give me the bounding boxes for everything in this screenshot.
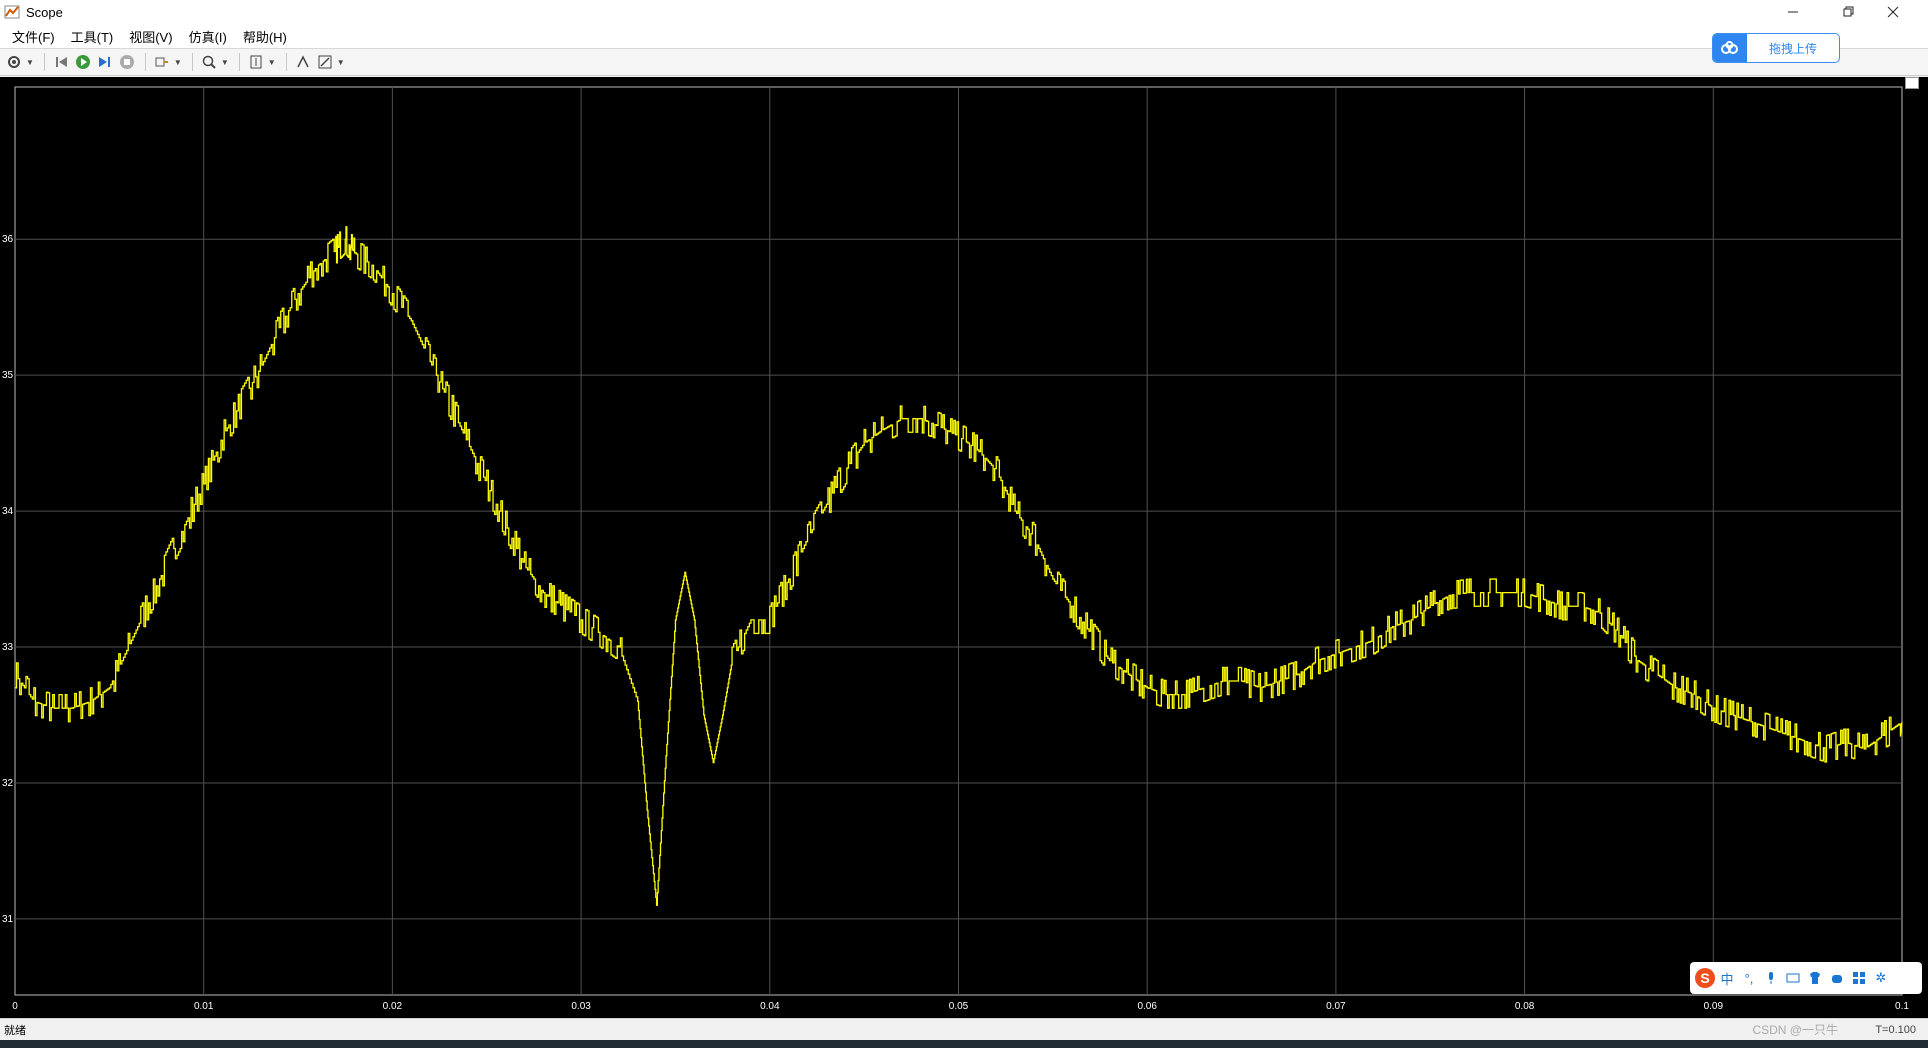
y-tick-label: 35 (2, 370, 14, 381)
edit-icon (318, 55, 332, 69)
settings-dropdown-icon[interactable]: ▼ (26, 58, 34, 67)
simulation-time-text: T=0.100 (1875, 1023, 1916, 1036)
toolbar-divider (191, 53, 193, 71)
assistant-icon[interactable] (1826, 967, 1848, 989)
menu-tools[interactable]: 工具(T) (63, 27, 122, 46)
toolbar-divider (285, 53, 287, 71)
highlight-icon (155, 57, 168, 67)
close-button[interactable] (1870, 0, 1916, 24)
matlab-scope-icon (4, 5, 20, 19)
autoscale-icon (250, 55, 262, 69)
scope-plot[interactable]: 0 0.01 0.02 0.03 0.04 0.05 0.06 0.07 0.08 0.09 0.1… (0, 77, 1928, 1018)
drag-upload-button[interactable]: 拖拽上传 (1712, 33, 1840, 63)
x-tick-label: 0.06 (1137, 1001, 1157, 1012)
ime-punctuation-icon[interactable]: °, (1738, 967, 1760, 989)
watermark-text: CSDN @一只牛 (1752, 1023, 1838, 1037)
run-icon (75, 55, 90, 69)
x-tick-label: 0.08 (1515, 1001, 1535, 1012)
x-tick-label: 0.04 (760, 1001, 780, 1012)
status-ready-text: 就绪 (4, 1024, 26, 1037)
menu-simulation[interactable]: 仿真(I) (181, 27, 235, 46)
step-forward-icon (98, 57, 110, 67)
x-tick-label: 0.01 (194, 1001, 214, 1012)
x-tick-label: 0.1 (1895, 1001, 1909, 1012)
rewind-icon (55, 57, 67, 67)
title-bar: Scope (0, 0, 1928, 24)
minimize-icon (1788, 11, 1798, 13)
highlight-dropdown-icon[interactable]: ▼ (174, 58, 182, 67)
menu-file[interactable]: 文件(F) (4, 27, 63, 46)
step-forward-button[interactable] (95, 52, 115, 72)
status-bar: 就绪 CSDN @一只牛 T=0.100 (0, 1018, 1928, 1040)
stop-button[interactable] (117, 52, 137, 72)
undock-icon[interactable] (1905, 77, 1919, 89)
menu-bar: 文件(F) 工具(T) 视图(V) 仿真(I) 帮助(H) (0, 24, 1928, 48)
minimize-button[interactable] (1770, 0, 1816, 24)
toolbar-divider (43, 53, 45, 71)
zoom-button[interactable] (199, 52, 219, 72)
autoscale-button[interactable] (246, 52, 266, 72)
x-tick-label: 0.05 (949, 1001, 969, 1012)
upload-label: 拖拽上传 (1768, 41, 1817, 56)
keyboard-icon[interactable] (1782, 967, 1804, 989)
y-tick-label: 31 (2, 914, 14, 925)
close-icon (1887, 6, 1899, 18)
toolbox-icon[interactable] (1848, 967, 1870, 989)
toolbar-divider (238, 53, 240, 71)
menu-help[interactable]: 帮助(H) (235, 27, 295, 46)
x-tick-label: 0 (12, 1001, 18, 1012)
ime-toolbar: S 中 °, ✲ (1690, 962, 1922, 994)
style-dropdown-icon[interactable]: ▼ (337, 58, 345, 67)
y-tick-label: 32 (2, 778, 14, 789)
cursor-icon (297, 55, 309, 68)
taskbar-strip (0, 1040, 1928, 1048)
cursor-measure-button[interactable] (293, 52, 313, 72)
run-button[interactable] (73, 52, 93, 72)
y-tick-label: 36 (2, 234, 14, 245)
scope-display[interactable]: 0 0.01 0.02 0.03 0.04 0.05 0.06 0.07 0.08 0.09 0.1… (0, 77, 1928, 1018)
step-back-button[interactable] (51, 52, 71, 72)
zoom-dropdown-icon[interactable]: ▼ (221, 58, 229, 67)
x-tick-label: 0.09 (1704, 1001, 1724, 1012)
x-tick-label: 0.03 (571, 1001, 591, 1012)
cloud-icon (1721, 41, 1738, 54)
y-tick-label: 34 (2, 506, 14, 517)
autoscale-dropdown-icon[interactable]: ▼ (268, 58, 276, 67)
microphone-icon[interactable] (1760, 967, 1782, 989)
highlight-block-button[interactable] (152, 52, 172, 72)
upload-icon-box (1713, 34, 1747, 62)
zoom-icon (202, 55, 216, 69)
toolbar: ▼ ▼ ▼ ▼ ▼ (0, 48, 1928, 76)
skin-icon[interactable] (1804, 967, 1826, 989)
settings-button[interactable] (4, 52, 24, 72)
y-tick-label: 33 (2, 642, 14, 653)
style-button[interactable] (315, 52, 335, 72)
ime-settings-icon[interactable]: ✲ (1870, 967, 1892, 989)
ime-chinese-mode-icon[interactable]: 中 (1716, 967, 1738, 989)
stop-icon (119, 55, 134, 69)
toolbar-divider (144, 53, 146, 71)
svg-text:S: S (1700, 970, 1709, 986)
sogou-logo-icon[interactable]: S (1694, 967, 1716, 989)
restore-icon (1843, 6, 1854, 17)
menu-view[interactable]: 视图(V) (121, 27, 180, 46)
gear-icon (8, 56, 20, 68)
restore-button[interactable] (1826, 0, 1872, 24)
x-tick-label: 0.07 (1326, 1001, 1346, 1012)
window-title: Scope (26, 4, 63, 20)
x-tick-label: 0.02 (383, 1001, 403, 1012)
